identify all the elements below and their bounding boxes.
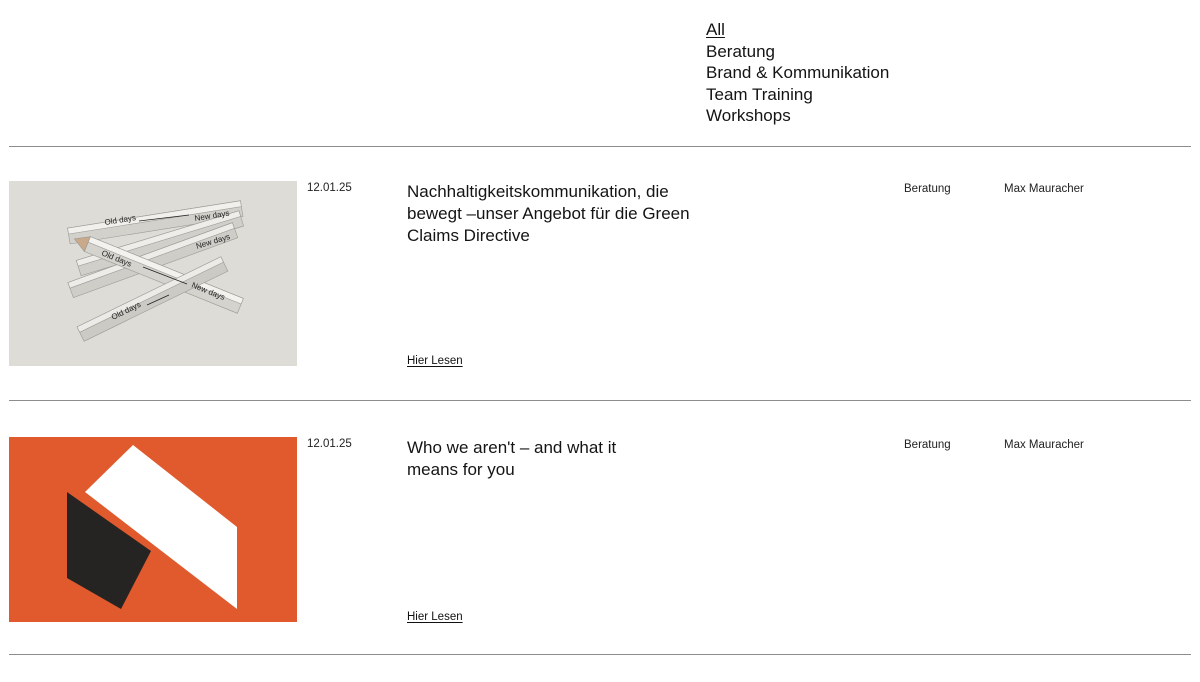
filter-workshops[interactable]: Workshops	[706, 105, 889, 127]
post-thumbnail[interactable]	[9, 437, 297, 622]
post-author: Max Mauracher	[1004, 183, 1084, 195]
post-author: Max Mauracher	[1004, 439, 1084, 451]
post-category: Beratung	[904, 439, 951, 451]
filter-team-training[interactable]: Team Training	[706, 84, 889, 106]
divider	[9, 400, 1191, 401]
post-title[interactable]: Nachhaltigkeitskommunikation, die bewegt…	[407, 181, 697, 247]
read-more-link[interactable]: Hier Lesen	[407, 610, 463, 624]
filter-beratung[interactable]: Beratung	[706, 41, 889, 63]
divider	[9, 146, 1191, 147]
abstract-shapes-image	[9, 437, 297, 622]
post-thumbnail[interactable]: Old days New days Old days New days New …	[9, 181, 297, 366]
post-item: 12.01.25 Who we aren't – and what it mea…	[0, 437, 1200, 667]
post-date: 12.01.25	[307, 182, 352, 194]
post-title[interactable]: Who we aren't – and what it means for yo…	[407, 437, 647, 481]
divider	[9, 654, 1191, 655]
post-category: Beratung	[904, 183, 951, 195]
post-date: 12.01.25	[307, 438, 352, 450]
read-more-link[interactable]: Hier Lesen	[407, 354, 463, 368]
pencils-image: Old days New days Old days New days New …	[9, 181, 297, 366]
post-item: Old days New days Old days New days New …	[0, 181, 1200, 411]
filter-brand-kommunikation[interactable]: Brand & Kommunikation	[706, 62, 889, 84]
category-filter-list: All Beratung Brand & Kommunikation Team …	[706, 19, 889, 127]
filter-all[interactable]: All	[706, 19, 889, 41]
